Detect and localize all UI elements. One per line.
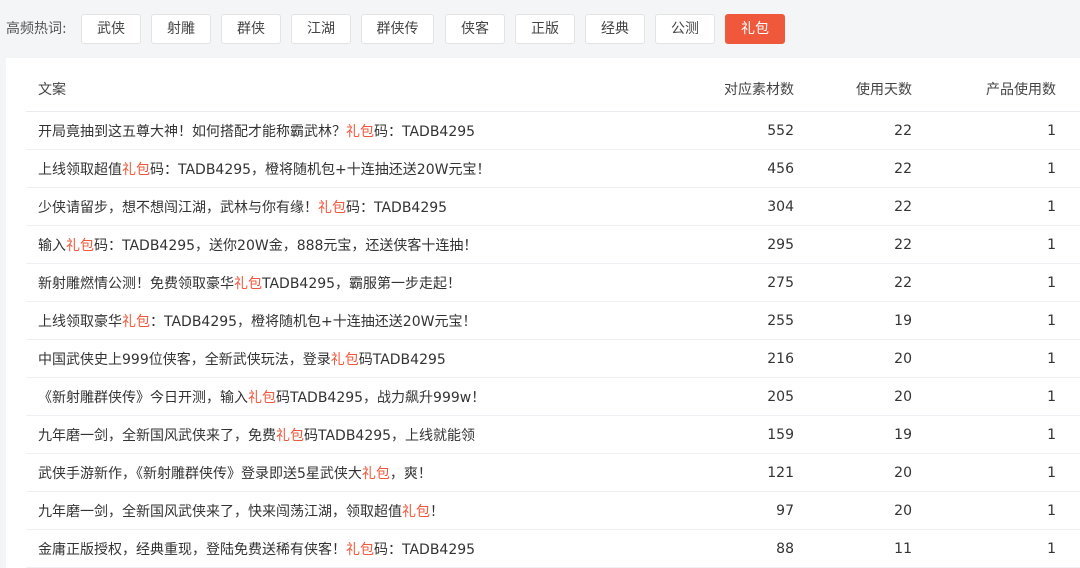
row-copy-text: 九年磨一剑，全新国风武侠来了，免费 礼包 码TADB4295，上线就能领 [38,416,475,453]
row-materials: 88 [776,540,794,557]
highlight-keyword: 礼包 [248,389,276,406]
highlight-keyword: 礼包 [318,199,346,216]
tag-9[interactable]: 礼包 [725,14,785,44]
row-materials: 121 [767,464,794,481]
tag-8[interactable]: 公测 [655,14,715,44]
table-row[interactable]: 九年磨一剑，全新国风武侠来了，快来闯荡江湖，领取超值 礼包！ 97 20 1 [26,492,1080,530]
tag-7[interactable]: 经典 [585,14,645,44]
tag-1[interactable]: 射雕 [151,14,211,44]
row-copy-text: 武侠手游新作，《新射雕群侠传》登录即送5星武侠大 礼包 ，爽！ [38,454,432,491]
table-row[interactable]: 新射雕燃情公测！免费领取豪华 礼包 TADB4295，霸服第一步走起！ 275 22 1 [26,264,1080,302]
row-copy-text: 输入 礼包 码：TADB4295，送你20W金，888元宝，还送侠客十连抽！ [38,226,477,263]
row-products: 1 [1047,274,1056,291]
table-row[interactable]: 输入 礼包 码：TADB4295，送你20W金，888元宝，还送侠客十连抽！ 295 2… [26,226,1080,264]
row-copy-text: 中国武侠史上999位侠客，全新武侠玩法，登录 礼包 码TADB4295 [38,340,446,377]
row-copy-text: 开局竟抽到这五尊大神！如何搭配才能称霸武林？ 礼包 码：TADB4295 [38,112,475,149]
table-row[interactable]: 开局竟抽到这五尊大神！如何搭配才能称霸武林？ 礼包 码：TADB4295 552 22 1 [26,112,1080,150]
header-days[interactable]: 使用天数 [806,66,912,111]
copy-table: 文案 对应素材数 使用天数 产品使用数 开局竟抽到这五尊大神！如何搭配才能称霸武… [6,58,1080,568]
row-materials: 552 [767,122,794,139]
table-row[interactable]: 中国武侠史上999位侠客，全新武侠玩法，登录 礼包 码TADB4295 216 20 1 [26,340,1080,378]
highlight-keyword: 礼包 [346,123,374,140]
table-row[interactable]: 少侠请留步，想不想闯江湖，武林与你有缘！ 礼包 码：TADB4295 304 22 1 [26,188,1080,226]
row-products: 1 [1047,312,1056,329]
row-materials: 275 [767,274,794,291]
row-days: 22 [894,160,912,177]
row-days: 20 [894,388,912,405]
table-row[interactable]: 九年磨一剑，全新国风武侠来了，免费 礼包 码TADB4295，上线就能领 159 19 1 [26,416,1080,454]
row-copy-text: 九年磨一剑，全新国风武侠来了，快来闯荡江湖，领取超值 礼包！ [38,492,444,529]
highlight-keyword: 礼包 [122,161,150,178]
row-days: 22 [894,122,912,139]
row-days: 19 [894,312,912,329]
hot-words-label: 高频热词: [6,21,67,37]
row-products: 1 [1047,426,1056,443]
table-row[interactable]: 武侠手游新作，《新射雕群侠传》登录即送5星武侠大 礼包 ，爽！ 121 20 1 [26,454,1080,492]
row-copy-text: 上线领取豪华 礼包 ：TADB4295，橙将随机包+十连抽还送20W元宝！ [38,302,476,339]
row-products: 1 [1047,198,1056,215]
row-days: 20 [894,350,912,367]
tag-0[interactable]: 武侠 [81,14,141,44]
highlight-keyword: 礼包 [330,351,359,368]
table-row[interactable]: 金庸正版授权，经典重现，登陆免费送稀有侠客！ 礼包 码：TADB4295 88 11 1 [26,530,1080,568]
row-products: 1 [1047,122,1056,139]
table-header: 文案 对应素材数 使用天数 产品使用数 [26,66,1080,112]
highlight-keyword: 礼包 [361,465,390,482]
hot-words-bar: 高频热词: 武侠 射雕 群侠 江湖 群侠传 侠客 正版 经典 公测 礼包 [0,0,1080,58]
row-days: 22 [894,198,912,215]
row-materials: 304 [767,198,794,215]
highlight-keyword: 礼包 [276,427,304,444]
tag-2[interactable]: 群侠 [221,14,281,44]
table-row[interactable]: 上线领取超值 礼包 码：TADB4295，橙将随机包+十连抽还送20W元宝！ 456 2… [26,150,1080,188]
highlight-keyword: 礼包 [346,541,374,558]
row-copy-text: 少侠请留步，想不想闯江湖，武林与你有缘！ 礼包 码：TADB4295 [38,188,447,225]
row-materials: 205 [767,388,794,405]
row-products: 1 [1047,160,1056,177]
row-materials: 295 [767,236,794,253]
tag-5[interactable]: 侠客 [445,14,505,44]
header-products[interactable]: 产品使用数 [926,66,1056,111]
row-days: 22 [894,236,912,253]
row-days: 11 [894,540,912,557]
row-products: 1 [1047,540,1056,557]
row-materials: 456 [767,160,794,177]
tag-4[interactable]: 群侠传 [361,14,434,44]
row-materials: 255 [767,312,794,329]
row-products: 1 [1047,236,1056,253]
highlight-keyword: 礼包 [122,313,150,330]
row-products: 1 [1047,350,1056,367]
row-materials: 159 [767,426,794,443]
row-products: 1 [1047,388,1056,405]
tag-6[interactable]: 正版 [515,14,575,44]
table-row[interactable]: 《新射雕群侠传》今日开测，输入 礼包 码TADB4295，战力飙升999w！ 205 2… [26,378,1080,416]
highlight-keyword: 礼包 [66,237,94,254]
row-materials: 216 [767,350,794,367]
row-days: 22 [894,274,912,291]
table-row[interactable]: 上线领取豪华 礼包 ：TADB4295，橙将随机包+十连抽还送20W元宝！ 255 19… [26,302,1080,340]
row-copy-text: 《新射雕群侠传》今日开测，输入 礼包 码TADB4295，战力飙升999w！ [38,378,485,415]
highlight-keyword: 礼包 [234,275,262,292]
row-days: 20 [894,464,912,481]
row-days: 20 [894,502,912,519]
row-products: 1 [1047,502,1056,519]
header-text[interactable]: 文案 [38,66,66,111]
row-days: 19 [894,426,912,443]
highlight-keyword: 礼包 [402,503,430,520]
tag-3[interactable]: 江湖 [291,14,351,44]
row-copy-text: 新射雕燃情公测！免费领取豪华 礼包 TADB4295，霸服第一步走起！ [38,264,461,301]
row-materials: 97 [776,502,794,519]
row-copy-text: 上线领取超值 礼包 码：TADB4295，橙将随机包+十连抽还送20W元宝！ [38,150,490,187]
row-products: 1 [1047,464,1056,481]
header-materials[interactable]: 对应素材数 [666,66,794,111]
row-copy-text: 金庸正版授权，经典重现，登陆免费送稀有侠客！ 礼包 码：TADB4295 [38,530,475,567]
